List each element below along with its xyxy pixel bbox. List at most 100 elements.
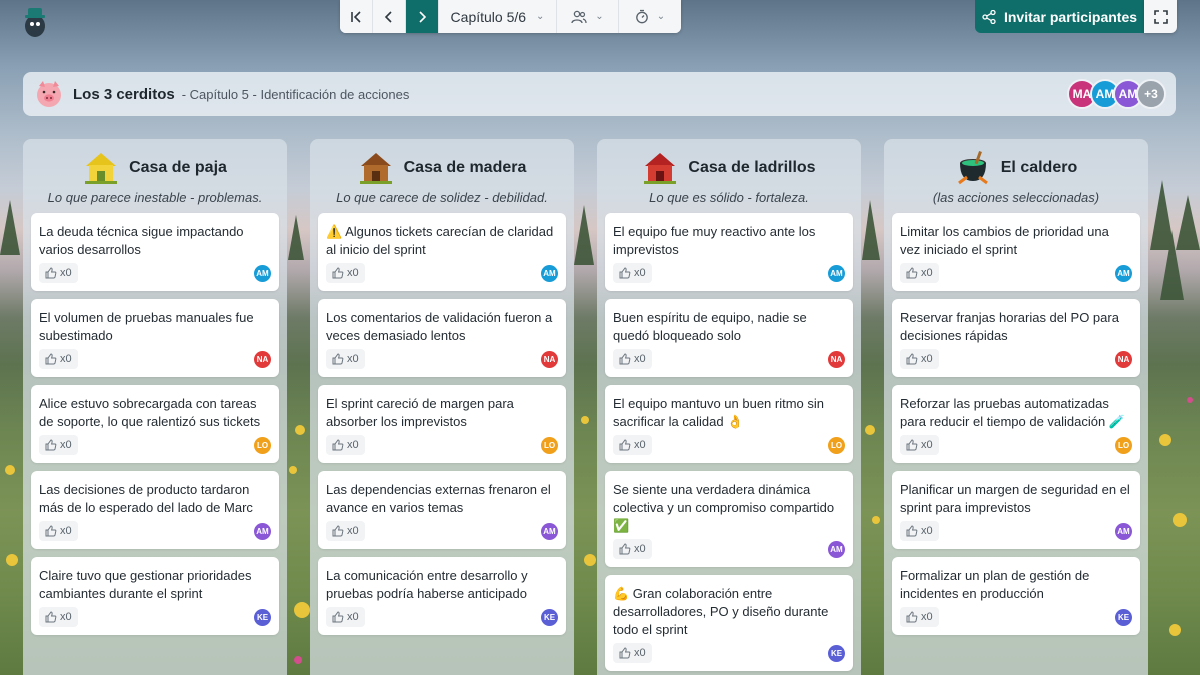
fullscreen-button[interactable] bbox=[1144, 0, 1177, 33]
thumbs-up-icon bbox=[906, 525, 918, 537]
thumbs-up-icon bbox=[332, 525, 344, 537]
author-avatar[interactable]: AM bbox=[254, 264, 271, 282]
card-footer: x0 LO bbox=[613, 435, 845, 455]
like-button[interactable]: x0 bbox=[326, 435, 365, 455]
author-avatar[interactable]: LO bbox=[828, 436, 845, 454]
card-text: La comunicación entre desarrollo y prueb… bbox=[326, 568, 528, 601]
sticky-card[interactable]: El volumen de pruebas manuales fue subes… bbox=[31, 299, 279, 377]
like-button[interactable]: x0 bbox=[326, 349, 365, 369]
author-avatar[interactable]: LO bbox=[541, 436, 558, 454]
sticky-card[interactable]: Se siente una verdadera dinámica colecti… bbox=[605, 471, 853, 567]
card-text: El volumen de pruebas manuales fue subes… bbox=[39, 310, 254, 343]
sticky-card[interactable]: Reservar franjas horarias del PO para de… bbox=[892, 299, 1140, 377]
thumbs-up-icon bbox=[45, 353, 57, 365]
author-avatar[interactable]: KE bbox=[541, 608, 558, 626]
like-count: x0 bbox=[347, 439, 359, 451]
chapter-select[interactable]: Capítulo 5/6 ⌄ bbox=[439, 0, 557, 33]
author-avatar[interactable]: LO bbox=[1115, 436, 1132, 454]
card-text: Planificar un margen de seguridad en el … bbox=[900, 482, 1130, 515]
author-avatar[interactable]: AM bbox=[828, 540, 845, 558]
like-button[interactable]: x0 bbox=[39, 607, 78, 627]
card-text: Las dependencias externas frenaron el av… bbox=[326, 482, 551, 515]
sticky-card[interactable]: La comunicación entre desarrollo y prueb… bbox=[318, 557, 566, 635]
participant-avatars[interactable]: MA AM AM +3 bbox=[1067, 79, 1166, 109]
like-button[interactable]: x0 bbox=[39, 263, 78, 283]
card-footer: x0 AM bbox=[900, 521, 1132, 541]
sticky-card[interactable]: El equipo fue muy reactivo ante los impr… bbox=[605, 213, 853, 291]
sticky-card[interactable]: Las dependencias externas frenaron el av… bbox=[318, 471, 566, 549]
participant-avatar[interactable]: +3 bbox=[1136, 79, 1166, 109]
brick-house-icon bbox=[644, 153, 677, 184]
author-avatar[interactable]: AM bbox=[1115, 264, 1132, 282]
timer-menu[interactable]: ⌄ bbox=[619, 0, 681, 33]
first-chapter-button[interactable] bbox=[340, 0, 373, 33]
like-button[interactable]: x0 bbox=[39, 521, 78, 541]
author-avatar[interactable]: KE bbox=[1115, 608, 1132, 626]
thumbs-up-icon bbox=[45, 267, 57, 279]
participants-menu[interactable]: ⌄ bbox=[557, 0, 619, 33]
like-count: x0 bbox=[921, 439, 933, 451]
author-avatar[interactable]: NA bbox=[828, 350, 845, 368]
card-list: La deuda técnica sigue impactando varios… bbox=[23, 213, 287, 635]
sticky-card[interactable]: Limitar los cambios de prioridad una vez… bbox=[892, 213, 1140, 291]
author-avatar[interactable]: LO bbox=[254, 436, 271, 454]
like-button[interactable]: x0 bbox=[900, 607, 939, 627]
like-button[interactable]: x0 bbox=[613, 263, 652, 283]
invite-label: Invitar participantes bbox=[1003, 8, 1138, 25]
sticky-card[interactable]: Buen espíritu de equipo, nadie se quedó … bbox=[605, 299, 853, 377]
like-button[interactable]: x0 bbox=[613, 539, 652, 559]
card-text: El sprint careció de margen para absorbe… bbox=[326, 396, 514, 429]
chevron-down-icon: ⌄ bbox=[595, 11, 604, 22]
card-footer: x0 KE bbox=[326, 607, 558, 627]
column-subtitle: Lo que es sólido - fortaleza. bbox=[649, 190, 809, 205]
wood-house-icon bbox=[359, 153, 392, 184]
column-title: Casa de ladrillos bbox=[688, 159, 816, 176]
author-avatar[interactable]: KE bbox=[828, 644, 845, 662]
author-avatar[interactable]: KE bbox=[254, 608, 271, 626]
like-button[interactable]: x0 bbox=[900, 263, 939, 283]
sticky-card[interactable]: Las decisiones de producto tardaron más … bbox=[31, 471, 279, 549]
like-button[interactable]: x0 bbox=[326, 263, 365, 283]
sticky-card[interactable]: El equipo mantuvo un buen ritmo sin sacr… bbox=[605, 385, 853, 463]
author-avatar[interactable]: AM bbox=[1115, 522, 1132, 540]
sticky-card[interactable]: El sprint careció de margen para absorbe… bbox=[318, 385, 566, 463]
sticky-card[interactable]: Los comentarios de validación fueron a v… bbox=[318, 299, 566, 377]
card-text: Los comentarios de validación fueron a v… bbox=[326, 310, 553, 343]
like-button[interactable]: x0 bbox=[39, 435, 78, 455]
like-button[interactable]: x0 bbox=[326, 607, 365, 627]
author-avatar[interactable]: AM bbox=[828, 264, 845, 282]
sticky-card[interactable]: Alice estuvo sobrecargada con tareas de … bbox=[31, 385, 279, 463]
sticky-card[interactable]: Planificar un margen de seguridad en el … bbox=[892, 471, 1140, 549]
like-button[interactable]: x0 bbox=[900, 435, 939, 455]
like-button[interactable]: x0 bbox=[613, 435, 652, 455]
next-chapter-button[interactable] bbox=[406, 0, 439, 33]
like-button[interactable]: x0 bbox=[613, 643, 652, 663]
sticky-card[interactable]: Formalizar un plan de gestión de inciden… bbox=[892, 557, 1140, 635]
column-title: Casa de paja bbox=[129, 159, 227, 176]
like-button[interactable]: x0 bbox=[326, 521, 365, 541]
author-avatar[interactable]: NA bbox=[541, 350, 558, 368]
sticky-card[interactable]: ⚠️ Algunos tickets carecían de claridad … bbox=[318, 213, 566, 291]
author-avatar[interactable]: AM bbox=[541, 522, 558, 540]
chevron-down-icon: ⌄ bbox=[536, 11, 545, 22]
thumbs-up-icon bbox=[619, 353, 631, 365]
author-avatar[interactable]: NA bbox=[254, 350, 271, 368]
board-title: Los 3 cerditos bbox=[73, 85, 175, 103]
sticky-card[interactable]: Claire tuvo que gestionar prioridades ca… bbox=[31, 557, 279, 635]
like-button[interactable]: x0 bbox=[900, 521, 939, 541]
like-button[interactable]: x0 bbox=[39, 349, 78, 369]
card-text: La deuda técnica sigue impactando varios… bbox=[39, 224, 244, 257]
like-button[interactable]: x0 bbox=[900, 349, 939, 369]
like-button[interactable]: x0 bbox=[613, 349, 652, 369]
sticky-card[interactable]: 💪 Gran colaboración entre desarrolladore… bbox=[605, 575, 853, 671]
sticky-card[interactable]: Reforzar las pruebas automatizadas para … bbox=[892, 385, 1140, 463]
sticky-card[interactable]: La deuda técnica sigue impactando varios… bbox=[31, 213, 279, 291]
author-avatar[interactable]: AM bbox=[254, 522, 271, 540]
like-count: x0 bbox=[634, 647, 646, 659]
app-logo-icon[interactable] bbox=[20, 6, 50, 38]
author-avatar[interactable]: AM bbox=[541, 264, 558, 282]
author-avatar[interactable]: NA bbox=[1115, 350, 1132, 368]
card-text: Formalizar un plan de gestión de inciden… bbox=[900, 568, 1090, 601]
invite-participants-button[interactable]: Invitar participantes bbox=[975, 0, 1144, 33]
previous-chapter-button[interactable] bbox=[373, 0, 406, 33]
